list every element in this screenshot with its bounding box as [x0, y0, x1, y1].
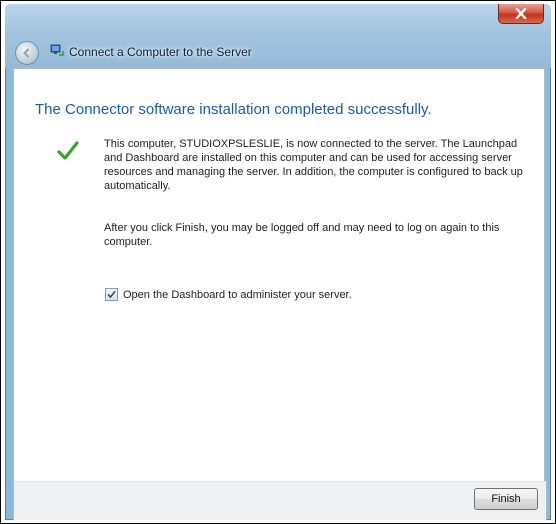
back-arrow-icon: [23, 48, 30, 58]
content-panel: The Connector software installation comp…: [13, 68, 545, 482]
open-dashboard-label[interactable]: Open the Dashboard to administer your se…: [123, 289, 352, 301]
title-bar: Connect a Computer to the Server: [5, 4, 551, 68]
close-button[interactable]: [498, 4, 544, 24]
open-dashboard-option[interactable]: Open the Dashboard to administer your se…: [105, 288, 352, 301]
logoff-notice-text: After you click Finish, you may be logge…: [104, 222, 500, 248]
green-checkmark-icon: [57, 141, 79, 160]
network-computer-icon: [50, 44, 64, 56]
close-icon: [515, 8, 527, 19]
wizard-window: Connect a Computer to the Server The Con…: [5, 4, 551, 520]
open-dashboard-checkbox[interactable]: [105, 288, 118, 301]
page-heading: The Connector software installation comp…: [35, 101, 432, 118]
footer-bar: Finish: [13, 481, 547, 520]
finish-button[interactable]: Finish: [474, 488, 538, 510]
checkbox-check-icon: [107, 290, 116, 299]
back-button[interactable]: [15, 41, 39, 65]
window-title: Connect a Computer to the Server: [69, 45, 252, 59]
connection-status-text: This computer, STUDIOXPSLESLIE, is now c…: [104, 138, 523, 192]
